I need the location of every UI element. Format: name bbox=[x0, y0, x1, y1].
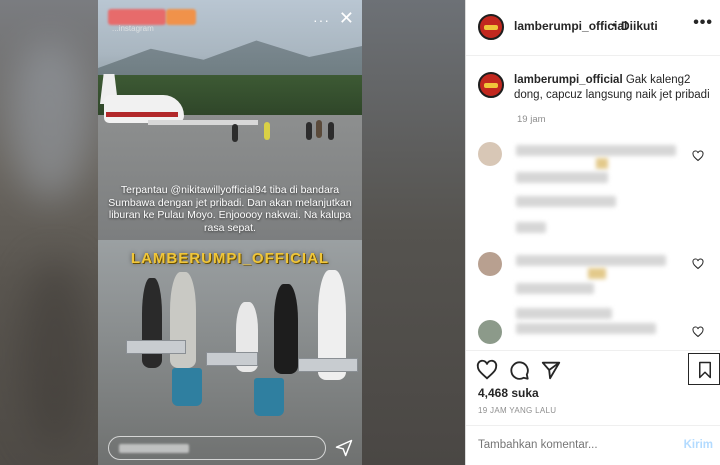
blurred-username-part bbox=[166, 9, 196, 25]
comment-avatar[interactable] bbox=[478, 320, 502, 344]
bookmark-icon bbox=[699, 361, 711, 379]
share-icon[interactable] bbox=[540, 359, 562, 381]
caption: lamberumpi_official Gak kaleng2 dong, ca… bbox=[514, 73, 714, 103]
like-icon[interactable] bbox=[476, 359, 498, 381]
post-username[interactable]: lamberumpi_official bbox=[514, 19, 627, 33]
caption-username[interactable]: lamberumpi_official bbox=[514, 74, 623, 86]
story-reply-input[interactable] bbox=[108, 436, 326, 460]
blurred-comment bbox=[516, 323, 656, 334]
blurred-comment bbox=[516, 145, 676, 156]
story-watermark: LAMBERUMPI_OFFICIAL bbox=[130, 250, 330, 267]
story-image: Terpantau @nikitawillyofficial94 tiba di… bbox=[98, 0, 362, 465]
avatar[interactable] bbox=[478, 14, 504, 40]
more-horizontal-icon[interactable]: ··· bbox=[313, 12, 330, 28]
follow-status[interactable]: Diikuti bbox=[621, 19, 658, 33]
blurred-comment bbox=[516, 255, 666, 266]
likes-count[interactable]: 4,468 suka bbox=[478, 386, 539, 400]
comment-box: Kirim bbox=[466, 425, 720, 465]
comment-avatar[interactable] bbox=[478, 142, 502, 166]
caption-avatar[interactable] bbox=[478, 72, 504, 98]
bookmark-button[interactable] bbox=[688, 353, 720, 385]
close-icon[interactable]: ✕ bbox=[339, 8, 354, 29]
send-icon[interactable] bbox=[334, 438, 354, 458]
post-header: lamberumpi_official • Diikuti ••• bbox=[466, 0, 720, 56]
more-options-icon[interactable]: ••• bbox=[693, 14, 713, 32]
comment-input[interactable] bbox=[478, 439, 668, 451]
heart-icon[interactable] bbox=[692, 258, 704, 270]
separator-dot: • bbox=[612, 18, 617, 32]
story-subtitle: ...instagram bbox=[112, 24, 154, 33]
comment-avatar[interactable] bbox=[478, 252, 502, 276]
story-overlay-text: Terpantau @nikitawillyofficial94 tiba di… bbox=[108, 184, 352, 234]
post-time: 19 JAM YANG LALU bbox=[478, 406, 557, 415]
background-blur-right bbox=[362, 0, 465, 465]
caption-time: 19 jam bbox=[517, 114, 546, 125]
heart-icon[interactable] bbox=[692, 150, 704, 162]
comment-icon[interactable] bbox=[508, 359, 530, 381]
post-panel: lamberumpi_official • Diikuti ••• lamber… bbox=[465, 0, 720, 465]
post-comment-button[interactable]: Kirim bbox=[684, 439, 713, 451]
heart-icon[interactable] bbox=[692, 326, 704, 338]
blurred-username bbox=[108, 9, 166, 25]
